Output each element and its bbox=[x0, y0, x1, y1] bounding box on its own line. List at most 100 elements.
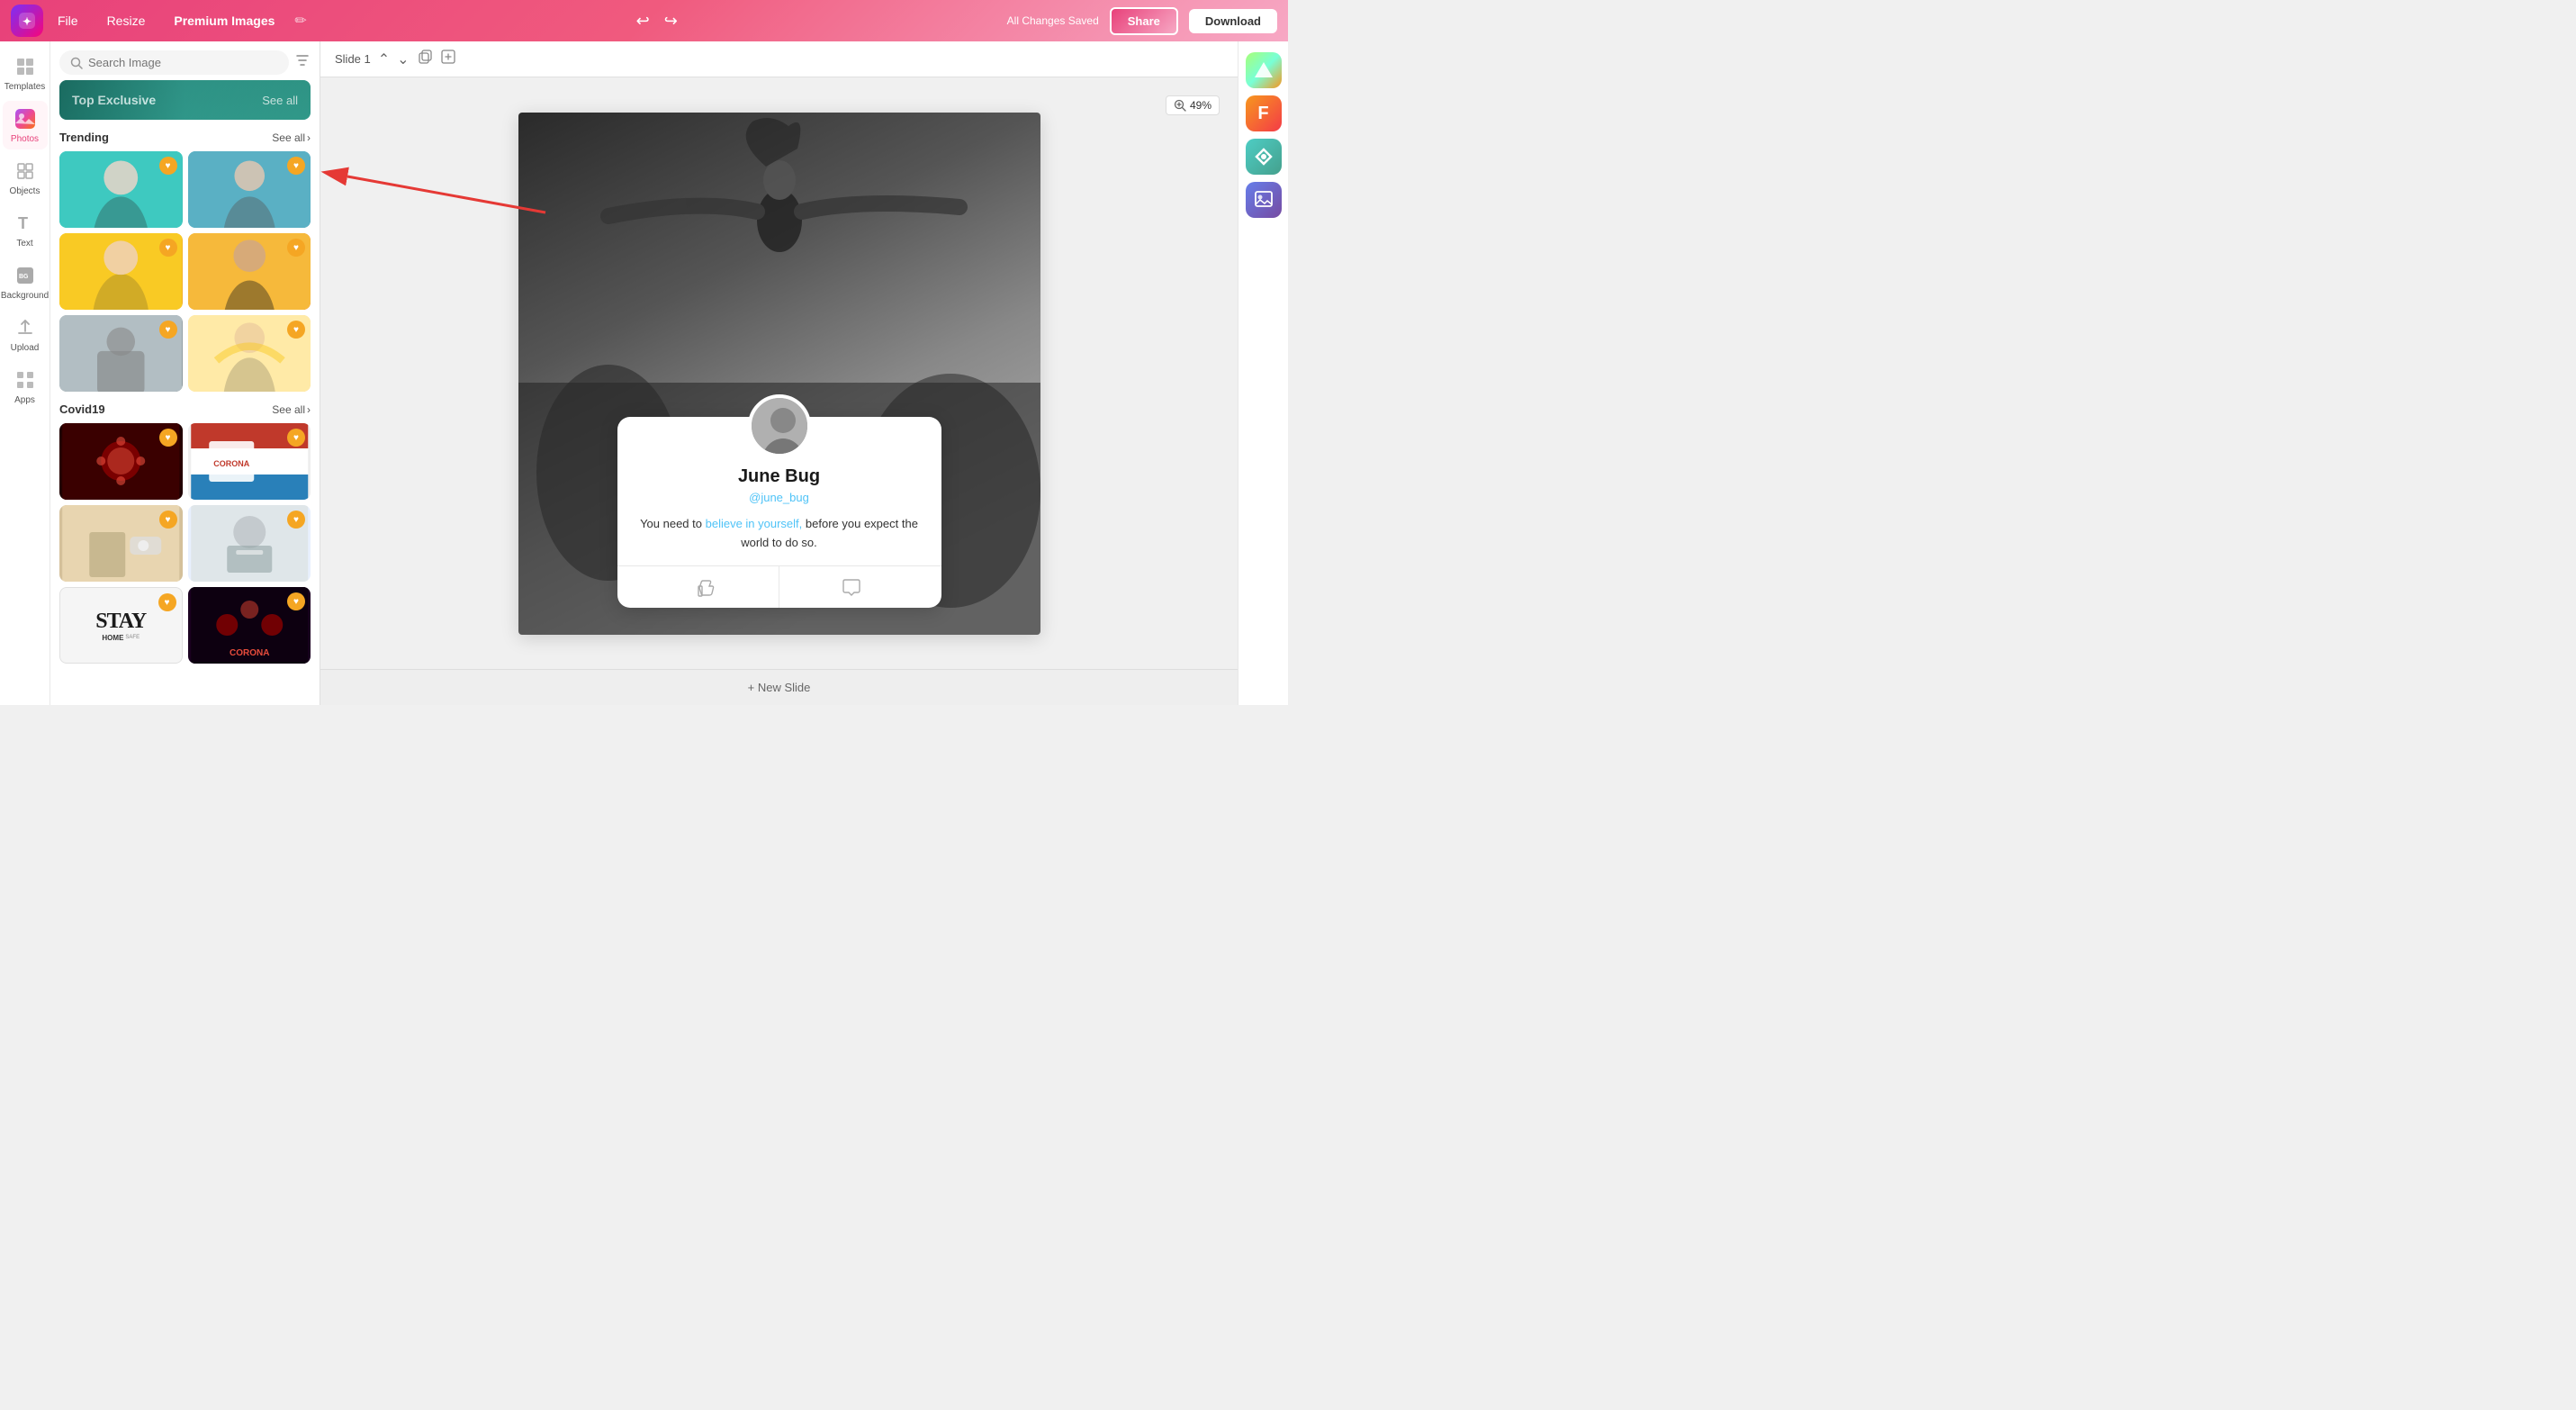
heart-badge-2: ♥ bbox=[287, 157, 305, 175]
slide-canvas-area: June Bug @june_bug You need to believe i… bbox=[320, 77, 1238, 669]
slide-down-icon[interactable]: ⌄ bbox=[397, 50, 409, 68]
sidebar-icons: Templates Photos bbox=[0, 41, 50, 705]
app-icon-3[interactable] bbox=[1246, 139, 1282, 175]
menu-premium-images[interactable]: Premium Images bbox=[174, 14, 275, 28]
covid-image-5[interactable]: STAY HOME SAFE ♥ bbox=[59, 587, 183, 664]
card-name: June Bug bbox=[635, 466, 923, 487]
sidebar-item-upload[interactable]: Upload bbox=[3, 310, 48, 358]
trending-image-3[interactable]: ♥ bbox=[59, 233, 183, 310]
svg-text:CORONA: CORONA bbox=[213, 459, 249, 468]
background-icon: BG bbox=[13, 263, 38, 288]
new-slide-button[interactable]: + New Slide bbox=[320, 669, 1238, 705]
heart-badge-4: ♥ bbox=[287, 239, 305, 257]
text-label: Text bbox=[16, 239, 32, 249]
background-label: Background bbox=[1, 291, 49, 301]
search-box[interactable] bbox=[59, 50, 289, 75]
slide-label: Slide 1 ⌃ ⌄ bbox=[335, 49, 456, 69]
app-icon-2[interactable]: F bbox=[1246, 95, 1282, 131]
zoom-indicator[interactable]: 49% bbox=[1166, 95, 1220, 115]
zoom-icon bbox=[1174, 99, 1186, 112]
covid-image-4[interactable]: ♥ bbox=[188, 505, 311, 582]
heart-badge-c2: ♥ bbox=[287, 429, 305, 447]
heart-badge-c1: ♥ bbox=[159, 429, 177, 447]
app-logo[interactable]: ✦ bbox=[11, 5, 43, 37]
trending-section-header: Trending See all › bbox=[59, 131, 311, 144]
covid19-section-header: Covid19 See all › bbox=[59, 402, 311, 416]
templates-icon bbox=[13, 54, 38, 79]
covid-image-2[interactable]: CORONA ♥ bbox=[188, 423, 311, 500]
heart-badge-5: ♥ bbox=[159, 321, 177, 339]
card-handle: @june_bug bbox=[635, 491, 923, 504]
edit-icon: ✏ bbox=[294, 12, 306, 30]
like-button[interactable] bbox=[635, 566, 780, 608]
profile-card[interactable]: June Bug @june_bug You need to believe i… bbox=[617, 417, 941, 608]
apps-label: Apps bbox=[14, 395, 35, 405]
main-layout: Templates Photos bbox=[0, 41, 1288, 705]
search-input[interactable] bbox=[88, 56, 278, 69]
templates-label: Templates bbox=[5, 82, 46, 92]
objects-label: Objects bbox=[10, 186, 41, 196]
covid19-see-all[interactable]: See all › bbox=[272, 403, 311, 416]
slide-area-wrapper: Slide 1 ⌃ ⌄ bbox=[320, 41, 1238, 705]
sidebar-item-templates[interactable]: Templates bbox=[3, 49, 48, 97]
covid19-grid: ♥ CORONA ♥ bbox=[59, 423, 311, 664]
panel-content: Top Exclusive See all Trending See all › bbox=[50, 80, 320, 705]
svg-text:CORONA: CORONA bbox=[230, 648, 269, 658]
sidebar-item-photos[interactable]: Photos bbox=[3, 101, 48, 149]
slide-add-icon[interactable] bbox=[440, 49, 456, 69]
trending-see-all[interactable]: See all › bbox=[272, 131, 311, 144]
photos-icon bbox=[13, 106, 38, 131]
download-button[interactable]: Download bbox=[1189, 9, 1277, 33]
trending-image-6[interactable]: ♥ bbox=[188, 315, 311, 392]
svg-text:✦: ✦ bbox=[23, 15, 32, 28]
upload-icon bbox=[13, 315, 38, 340]
search-icon bbox=[70, 57, 83, 69]
exclusive-banner[interactable]: Top Exclusive See all bbox=[59, 80, 311, 120]
covid19-title: Covid19 bbox=[59, 402, 105, 416]
photos-label: Photos bbox=[11, 134, 39, 144]
upload-label: Upload bbox=[11, 343, 40, 353]
menu-file[interactable]: File bbox=[58, 14, 78, 28]
trending-grid: ♥ ♥ bbox=[59, 151, 311, 392]
sidebar-item-apps[interactable]: Apps bbox=[3, 362, 48, 411]
slide-up-icon[interactable]: ⌃ bbox=[378, 50, 390, 68]
app-icon-4[interactable] bbox=[1246, 182, 1282, 218]
sidebar-item-objects[interactable]: Objects bbox=[3, 153, 48, 202]
comment-icon bbox=[842, 577, 861, 597]
covid-image-6[interactable]: CORONA ♥ bbox=[188, 587, 311, 664]
trending-title: Trending bbox=[59, 131, 109, 144]
redo-button[interactable]: ↪ bbox=[664, 12, 678, 31]
svg-text:T: T bbox=[18, 214, 28, 232]
heart-badge-c5: ♥ bbox=[158, 593, 176, 611]
objects-icon bbox=[13, 158, 38, 184]
app-icon-1[interactable] bbox=[1246, 52, 1282, 88]
text-icon: T bbox=[13, 211, 38, 236]
card-actions bbox=[635, 566, 923, 608]
header-center: ↩ ↪ bbox=[321, 12, 993, 31]
heart-badge-6: ♥ bbox=[287, 321, 305, 339]
menu-resize[interactable]: Resize bbox=[107, 14, 146, 28]
header-right: All Changes Saved Share Download bbox=[1007, 7, 1277, 35]
share-button[interactable]: Share bbox=[1110, 7, 1178, 35]
heart-badge-1: ♥ bbox=[159, 157, 177, 175]
covid-image-1[interactable]: ♥ bbox=[59, 423, 183, 500]
slide-toolbar: Slide 1 ⌃ ⌄ bbox=[320, 41, 1238, 77]
header: ✦ File Resize Premium Images ✏ ↩ ↪ All C… bbox=[0, 0, 1288, 41]
slide-copy-icon[interactable] bbox=[417, 49, 433, 69]
filter-icon[interactable] bbox=[294, 52, 311, 73]
undo-button[interactable]: ↩ bbox=[636, 12, 650, 31]
comment-button[interactable] bbox=[779, 566, 923, 608]
trending-image-2[interactable]: ♥ bbox=[188, 151, 311, 228]
trending-image-5[interactable]: ♥ bbox=[59, 315, 183, 392]
trending-image-4[interactable]: ♥ bbox=[188, 233, 311, 310]
heart-badge-c4: ♥ bbox=[287, 511, 305, 529]
apps-icon bbox=[13, 367, 38, 393]
trending-image-1[interactable]: ♥ bbox=[59, 151, 183, 228]
svg-text:BG: BG bbox=[19, 274, 29, 280]
all-changes-saved: All Changes Saved bbox=[1007, 14, 1099, 27]
covid-image-3[interactable]: ♥ bbox=[59, 505, 183, 582]
slide-canvas[interactable]: June Bug @june_bug You need to believe i… bbox=[518, 113, 1040, 635]
sidebar-item-text[interactable]: T Text bbox=[3, 205, 48, 254]
sidebar-item-background[interactable]: BG Background bbox=[3, 258, 48, 306]
heart-badge-c3: ♥ bbox=[159, 511, 177, 529]
